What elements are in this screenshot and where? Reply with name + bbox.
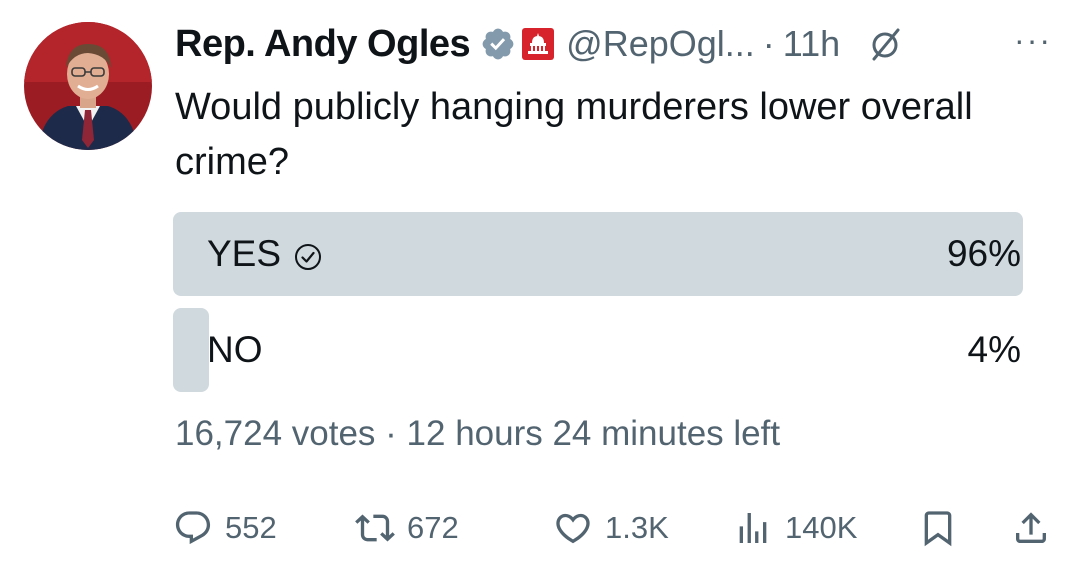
share-button[interactable] <box>1011 500 1063 556</box>
poll-option-percent: 96% <box>946 233 1021 274</box>
views-button[interactable]: 140K <box>733 500 857 556</box>
poll-option-no[interactable]: NO 4% <box>173 308 1023 392</box>
views-icon <box>739 513 767 543</box>
reply-count: 552 <box>225 510 277 545</box>
verified-badge-icon[interactable] <box>480 26 516 62</box>
tweet-text: Would publicly hanging murderers lower o… <box>175 86 973 183</box>
poll-option-yes[interactable]: YES 96% <box>173 212 1023 296</box>
repost-icon <box>355 514 395 542</box>
poll-bar <box>173 308 209 392</box>
like-count: 1.3K <box>605 510 669 545</box>
poll-option-label: NO <box>207 329 263 370</box>
poll-meta: 16,724 votes · 12 hours 24 minutes left <box>175 414 781 453</box>
bookmark-icon <box>924 511 952 547</box>
author-handle[interactable]: @RepOgl... <box>566 23 755 65</box>
more-options-button[interactable]: ··· <box>1014 22 1052 59</box>
grok-icon[interactable] <box>868 26 904 62</box>
capitol-affiliation-icon[interactable] <box>522 28 555 60</box>
timestamp[interactable]: 11h <box>783 23 840 65</box>
view-count: 140K <box>785 510 858 545</box>
author-name[interactable]: Rep. Andy Ogles <box>175 23 471 66</box>
like-button[interactable]: 1.3K <box>553 500 669 556</box>
repost-button[interactable]: 672 <box>355 500 459 556</box>
check-circle-icon <box>293 239 323 270</box>
poll-option-percent: 4% <box>967 329 1021 370</box>
avatar[interactable] <box>24 22 152 150</box>
repost-count: 672 <box>407 510 459 545</box>
action-bar: 552 672 1.3K 140K <box>173 500 1053 556</box>
bookmark-button[interactable] <box>918 500 970 556</box>
poll-option-label: YES <box>207 233 282 274</box>
tweet-header: Rep. Andy Ogles @RepOgl... · 11h <box>175 18 904 70</box>
header-separator: · <box>762 23 775 64</box>
heart-icon <box>556 513 590 544</box>
share-icon <box>1016 512 1046 543</box>
reply-button[interactable]: 552 <box>173 500 277 556</box>
poll: YES 96% NO 4% <box>173 212 1023 404</box>
reply-icon <box>175 511 211 545</box>
